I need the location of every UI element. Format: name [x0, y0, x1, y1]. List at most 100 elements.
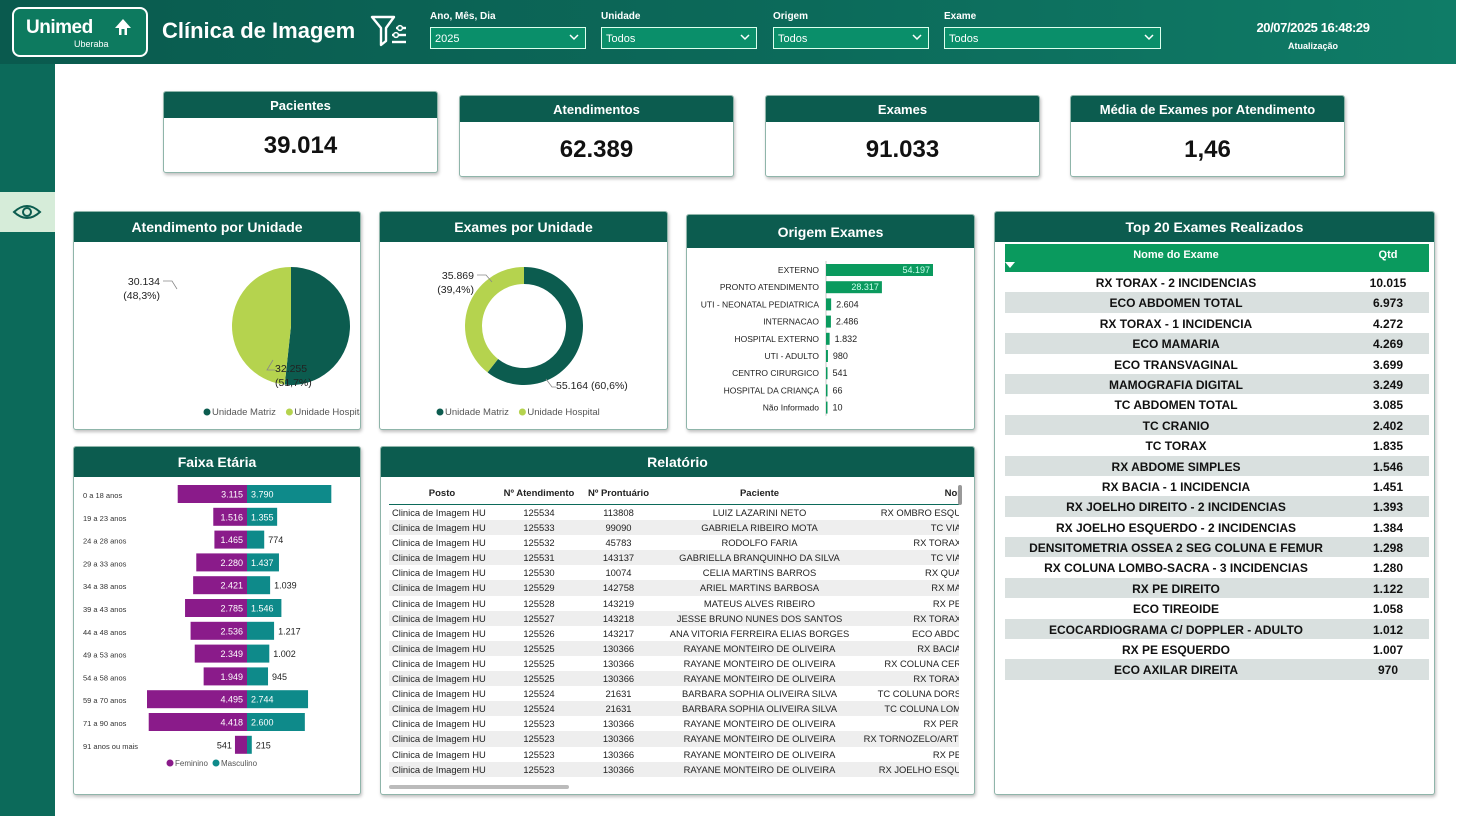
- table-row[interactable]: RX JOELHO DIREITO - 2 INCIDENCIAS 1.393: [1005, 496, 1429, 517]
- legend-marker: [285, 408, 293, 416]
- table-row[interactable]: TC TORAX 1.835: [1005, 435, 1429, 455]
- toggle-view-button[interactable]: [0, 192, 55, 232]
- exam-name: RX TORAX - 1 INCIDENCIA: [1099, 316, 1253, 331]
- bar: [826, 315, 831, 328]
- filter-icon[interactable]: [370, 14, 408, 48]
- data-label: 2.421: [220, 581, 243, 591]
- legend-marker: [212, 759, 220, 767]
- table-row[interactable]: RX TORAX - 1 INCIDENCIA 4.272: [1005, 313, 1429, 333]
- filter-unidade-select[interactable]: Todos: [601, 27, 757, 49]
- table-row[interactable]: ECO MAMARIA 4.269: [1005, 333, 1429, 354]
- unimed-logo: Unimed Uberaba: [12, 7, 148, 57]
- exam-name: TC CRANIO: [1142, 418, 1210, 433]
- exames-donut-chart: 55.164 (60,6%) 35.869 (39,4%) Unidade Matri…: [436, 267, 628, 418]
- chevron-down-icon: [1144, 34, 1154, 41]
- table-row[interactable]: RX BACIA - 1 INCIDENCIA 1.451: [1005, 476, 1429, 496]
- table-row[interactable]: Clinica de Imagem HU 125525 130366 RAYANE M…: [389, 656, 959, 671]
- col-atendimento[interactable]: Nº Atendimento: [499, 488, 579, 499]
- exam-name: TC TORAX: [1145, 439, 1207, 454]
- panel-exames-unidade: Exames por Unidade 55.164 (60,6%) 35.869 (…: [379, 211, 668, 430]
- table-row[interactable]: Clinica de Imagem HU 125524 21631 BARBARA S…: [389, 701, 959, 717]
- filter-exame-select[interactable]: Todos: [944, 27, 1161, 49]
- data-label: 2.536: [220, 626, 243, 636]
- table-row[interactable]: Clinica de Imagem HU 125528 143219 MATEUS A…: [389, 596, 959, 611]
- table-row[interactable]: Clinica de Imagem HU 125531 143137 GABRIELL…: [389, 550, 959, 566]
- table-row[interactable]: ECO TRANSVAGINAL 3.699: [1005, 354, 1429, 374]
- data-label: 2.744: [251, 695, 274, 705]
- table-row[interactable]: Clinica de Imagem HU 125532 45783 RODOLFO F…: [389, 535, 959, 550]
- table-row[interactable]: RX JOELHO ESQUERDO - 2 INCIDENCIAS 1.384: [1005, 517, 1429, 537]
- table-row[interactable]: Clinica de Imagem HU 125526 143217 ANA VITO…: [389, 626, 959, 641]
- table-row[interactable]: Clinica de Imagem HU 125523 130366 RAYANE M…: [389, 761, 959, 777]
- table-row[interactable]: MAMOGRAFIA DIGITAL 3.249: [1005, 373, 1429, 395]
- table-cell: 125525: [523, 657, 555, 669]
- table-row[interactable]: DENSITOMETRIA OSSEA 2 SEG COLUNA E FEMUR…: [1005, 537, 1429, 558]
- sort-down-icon[interactable]: [1005, 262, 1015, 268]
- table-row[interactable]: Clinica de Imagem HU 125525 130366 RAYANE M…: [389, 671, 959, 687]
- table-row[interactable]: Clinica de Imagem HU 125525 130366 RAYANE M…: [389, 640, 959, 656]
- col-nome-exame[interactable]: Nome do Exame: [1005, 249, 1347, 261]
- table-row[interactable]: ECO AXILAR DIREITA 970: [1005, 659, 1429, 680]
- table-row[interactable]: RX PE DIREITO 1.122: [1005, 577, 1429, 599]
- table-row[interactable]: TC ABDOMEN TOTAL 3.085: [1005, 394, 1429, 414]
- logo-name: Unimed: [26, 17, 93, 38]
- table-row[interactable]: RX COLUNA LOMBO-SACRA - 3 INCIDENCIAS 1.2…: [1005, 557, 1429, 577]
- table-row[interactable]: Clinica de Imagem HU 125529 142758 ARIEL MA…: [389, 580, 959, 596]
- table-row[interactable]: ECO ABDOMEN TOTAL 6.973: [1005, 292, 1429, 313]
- table-row[interactable]: Clinica de Imagem HU 125533 99090 GABRIELA …: [389, 520, 959, 536]
- exam-name: RX JOELHO DIREITO - 2 INCIDENCIAS: [1066, 500, 1286, 515]
- col-nome-exame[interactable]: Nor: [861, 488, 959, 499]
- table-cell: Clinica de Imagem HU: [392, 627, 486, 639]
- panel-atendimento-unidade: Atendimento por Unidade 32.255 (51,7%) 30.…: [73, 211, 361, 430]
- filter-origem-select[interactable]: Todos: [773, 27, 929, 49]
- category-label: PRONTO ATENDIMENTO: [720, 282, 820, 292]
- col-prontuario[interactable]: Nº Prontuário: [582, 488, 655, 499]
- col-paciente[interactable]: Paciente: [657, 488, 862, 499]
- table-cell: 130366: [602, 748, 635, 760]
- table-cell: 130366: [602, 733, 635, 745]
- table-cell: Clinica de Imagem HU: [392, 733, 486, 745]
- bar-masculino: [247, 576, 271, 595]
- exam-qtd: 1.384: [1372, 520, 1404, 535]
- table-row[interactable]: RX ABDOME SIMPLES 1.546: [1005, 455, 1429, 476]
- panel-title: Relatório: [381, 447, 974, 477]
- table-cell: Clinica de Imagem HU: [392, 537, 486, 549]
- table-cell: Clinica de Imagem HU: [392, 657, 486, 669]
- horizontal-scrollbar[interactable]: [389, 785, 569, 789]
- col-qtd[interactable]: Qtd: [1347, 249, 1429, 261]
- filter-date-label: Ano, Mês, Dia: [430, 11, 496, 22]
- table-row[interactable]: Clinica de Imagem HU 125530 10074 CELIA MAR…: [389, 565, 959, 580]
- table-row[interactable]: Clinica de Imagem HU 125524 21631 BARBARA S…: [389, 686, 959, 701]
- table-row[interactable]: Clinica de Imagem HU 125523 130366 RAYANE M…: [389, 731, 959, 747]
- exam-name: RX ABDOME SIMPLES: [1111, 459, 1241, 474]
- table-row[interactable]: Clinica de Imagem HU 125523 130366 RAYANE M…: [389, 716, 959, 731]
- data-label: 3.115: [221, 490, 243, 500]
- table-row[interactable]: Clinica de Imagem HU 125527 143218 JESSE BR…: [389, 610, 959, 626]
- category-label: 59 a 70 anos: [83, 696, 127, 705]
- table-cell: LUIZ LAZARINI NETO: [712, 507, 807, 518]
- col-posto[interactable]: Posto: [392, 488, 492, 499]
- leader-line: [545, 378, 556, 388]
- table-cell: Clinica de Imagem HU: [392, 507, 486, 518]
- table-row[interactable]: Clinica de Imagem HU 125534 113808 LUIZ LAZ…: [389, 505, 959, 520]
- table-cell: 130366: [602, 673, 635, 685]
- table-row[interactable]: RX PE ESQUERDO 1.007: [1005, 639, 1429, 659]
- table-row[interactable]: Clinica de Imagem HU 125523 130366 RAYANE M…: [389, 747, 959, 762]
- table-row[interactable]: TC CRANIO 2.402: [1005, 414, 1429, 436]
- bar: [826, 367, 828, 380]
- table-cell: TC COLUNA LOM: [884, 703, 959, 715]
- kpi-atendimentos-value: 62.389: [559, 136, 634, 163]
- legend-item: Unidade Matriz: [445, 407, 509, 418]
- exam-qtd: 1.546: [1372, 459, 1404, 474]
- vertical-scrollbar[interactable]: [958, 485, 962, 505]
- table-row[interactable]: ECOCARDIOGRAMA C/ DOPPLER - ADULTO 1.012: [1005, 618, 1429, 640]
- legend-item: Unidade Hospital: [527, 407, 599, 418]
- category-label: Não Informado: [763, 403, 819, 413]
- exam-name: ECO AXILAR DIREITA: [1113, 663, 1238, 678]
- table-row[interactable]: ECO TIREOIDE 1.058: [1005, 598, 1429, 618]
- kpi-atendimentos-label: Atendimentos: [460, 96, 733, 122]
- exam-name: ECOCARDIOGRAMA C/ DOPPLER - ADULTO: [1049, 622, 1303, 637]
- table-cell: Clinica de Imagem HU: [392, 703, 486, 715]
- filter-date-select[interactable]: 2025: [430, 27, 586, 49]
- table-row[interactable]: RX TORAX - 2 INCIDENCIAS 10.015: [1005, 272, 1429, 292]
